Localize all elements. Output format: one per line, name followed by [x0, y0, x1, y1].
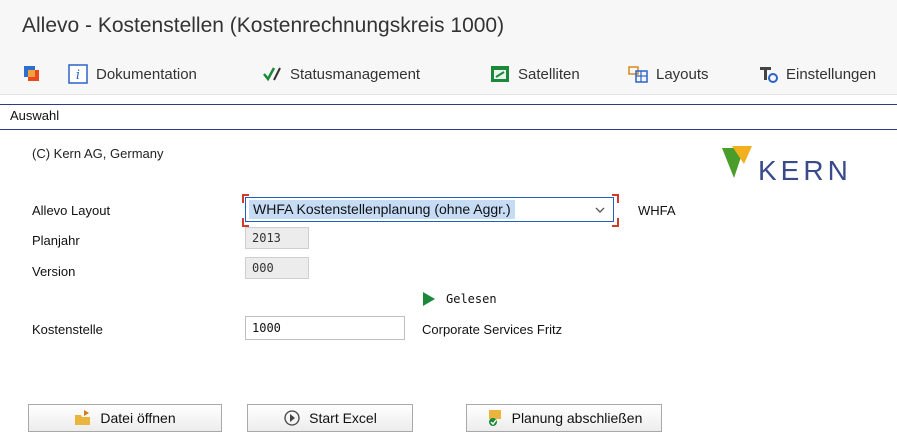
layout-grid-icon: [628, 66, 648, 83]
title-bar: Allevo - Kostenstellen (Kostenrechnungsk…: [0, 0, 897, 54]
layout-label: Allevo Layout: [32, 203, 111, 218]
statusmanagement-button[interactable]: Statusmanagement: [262, 62, 420, 86]
start-excel-button[interactable]: Start Excel: [247, 404, 413, 432]
focus-corner: [242, 218, 249, 227]
satellite-window-icon: [491, 66, 509, 82]
statusmanagement-label: Statusmanagement: [290, 65, 421, 83]
layout-select[interactable]: WHFA Kostenstellenplanung (ohne Aggr.): [245, 197, 614, 222]
svg-text:i: i: [76, 68, 80, 83]
kostenstelle-label: Kostenstelle: [32, 322, 103, 337]
finish-planning-icon: [488, 410, 501, 426]
multi-window-button[interactable]: [22, 62, 50, 86]
tab-auswahl[interactable]: Auswahl: [0, 104, 897, 130]
logo-text: KERN: [758, 155, 852, 184]
planjahr-label: Planjahr: [32, 233, 80, 248]
open-file-button[interactable]: Datei öffnen: [28, 404, 222, 432]
close-planning-button[interactable]: Planung abschließen: [466, 404, 662, 432]
einstellungen-label: Einstellungen: [786, 65, 877, 83]
satelliten-button[interactable]: Satelliten: [490, 62, 580, 86]
status-indicator: Gelesen: [422, 290, 497, 308]
play-status-icon: [423, 292, 435, 306]
copyright-text: (C) Kern AG, Germany: [32, 146, 164, 161]
application-toolbar: i Dokumentation Statusmanagement Satelli…: [0, 54, 897, 95]
info-icon: i: [68, 64, 88, 84]
status-text: Gelesen: [446, 292, 497, 306]
einstellungen-button[interactable]: Einstellungen: [758, 62, 876, 86]
version-label: Version: [32, 264, 76, 279]
chevron-down-icon[interactable]: [595, 206, 605, 214]
documentation-button[interactable]: i Dokumentation: [68, 62, 197, 86]
tab-auswahl-label: Auswahl: [10, 108, 60, 123]
window-title: Allevo - Kostenstellen (Kostenrechnungsk…: [22, 14, 505, 37]
focus-corner: [242, 194, 249, 203]
layouts-label: Layouts: [656, 65, 709, 83]
open-file-label: Datei öffnen: [100, 410, 176, 426]
kostenstelle-input[interactable]: 1000: [245, 316, 405, 340]
layout-select-value: WHFA Kostenstellenplanung (ohne Aggr.): [249, 200, 515, 219]
planjahr-field: 2013: [245, 227, 309, 249]
play-circle-icon: [284, 410, 300, 426]
documentation-label: Dokumentation: [96, 65, 197, 83]
checkmark-pen-icon: [263, 67, 281, 82]
version-field: 000: [245, 257, 309, 279]
kostenstelle-description: Corporate Services Fritz: [422, 322, 563, 337]
close-planning-label: Planung abschließen: [511, 410, 643, 426]
layouts-button[interactable]: Layouts: [628, 62, 709, 86]
satelliten-label: Satelliten: [518, 65, 580, 83]
layout-code: WHFA: [638, 203, 676, 218]
focus-corner: [612, 194, 619, 203]
focus-corner: [612, 218, 619, 227]
multi-window-icon: [24, 66, 39, 81]
kern-logo: KERN: [722, 146, 852, 184]
settings-icon: [760, 67, 778, 83]
open-folder-icon: [75, 410, 91, 425]
start-excel-label: Start Excel: [309, 410, 377, 426]
